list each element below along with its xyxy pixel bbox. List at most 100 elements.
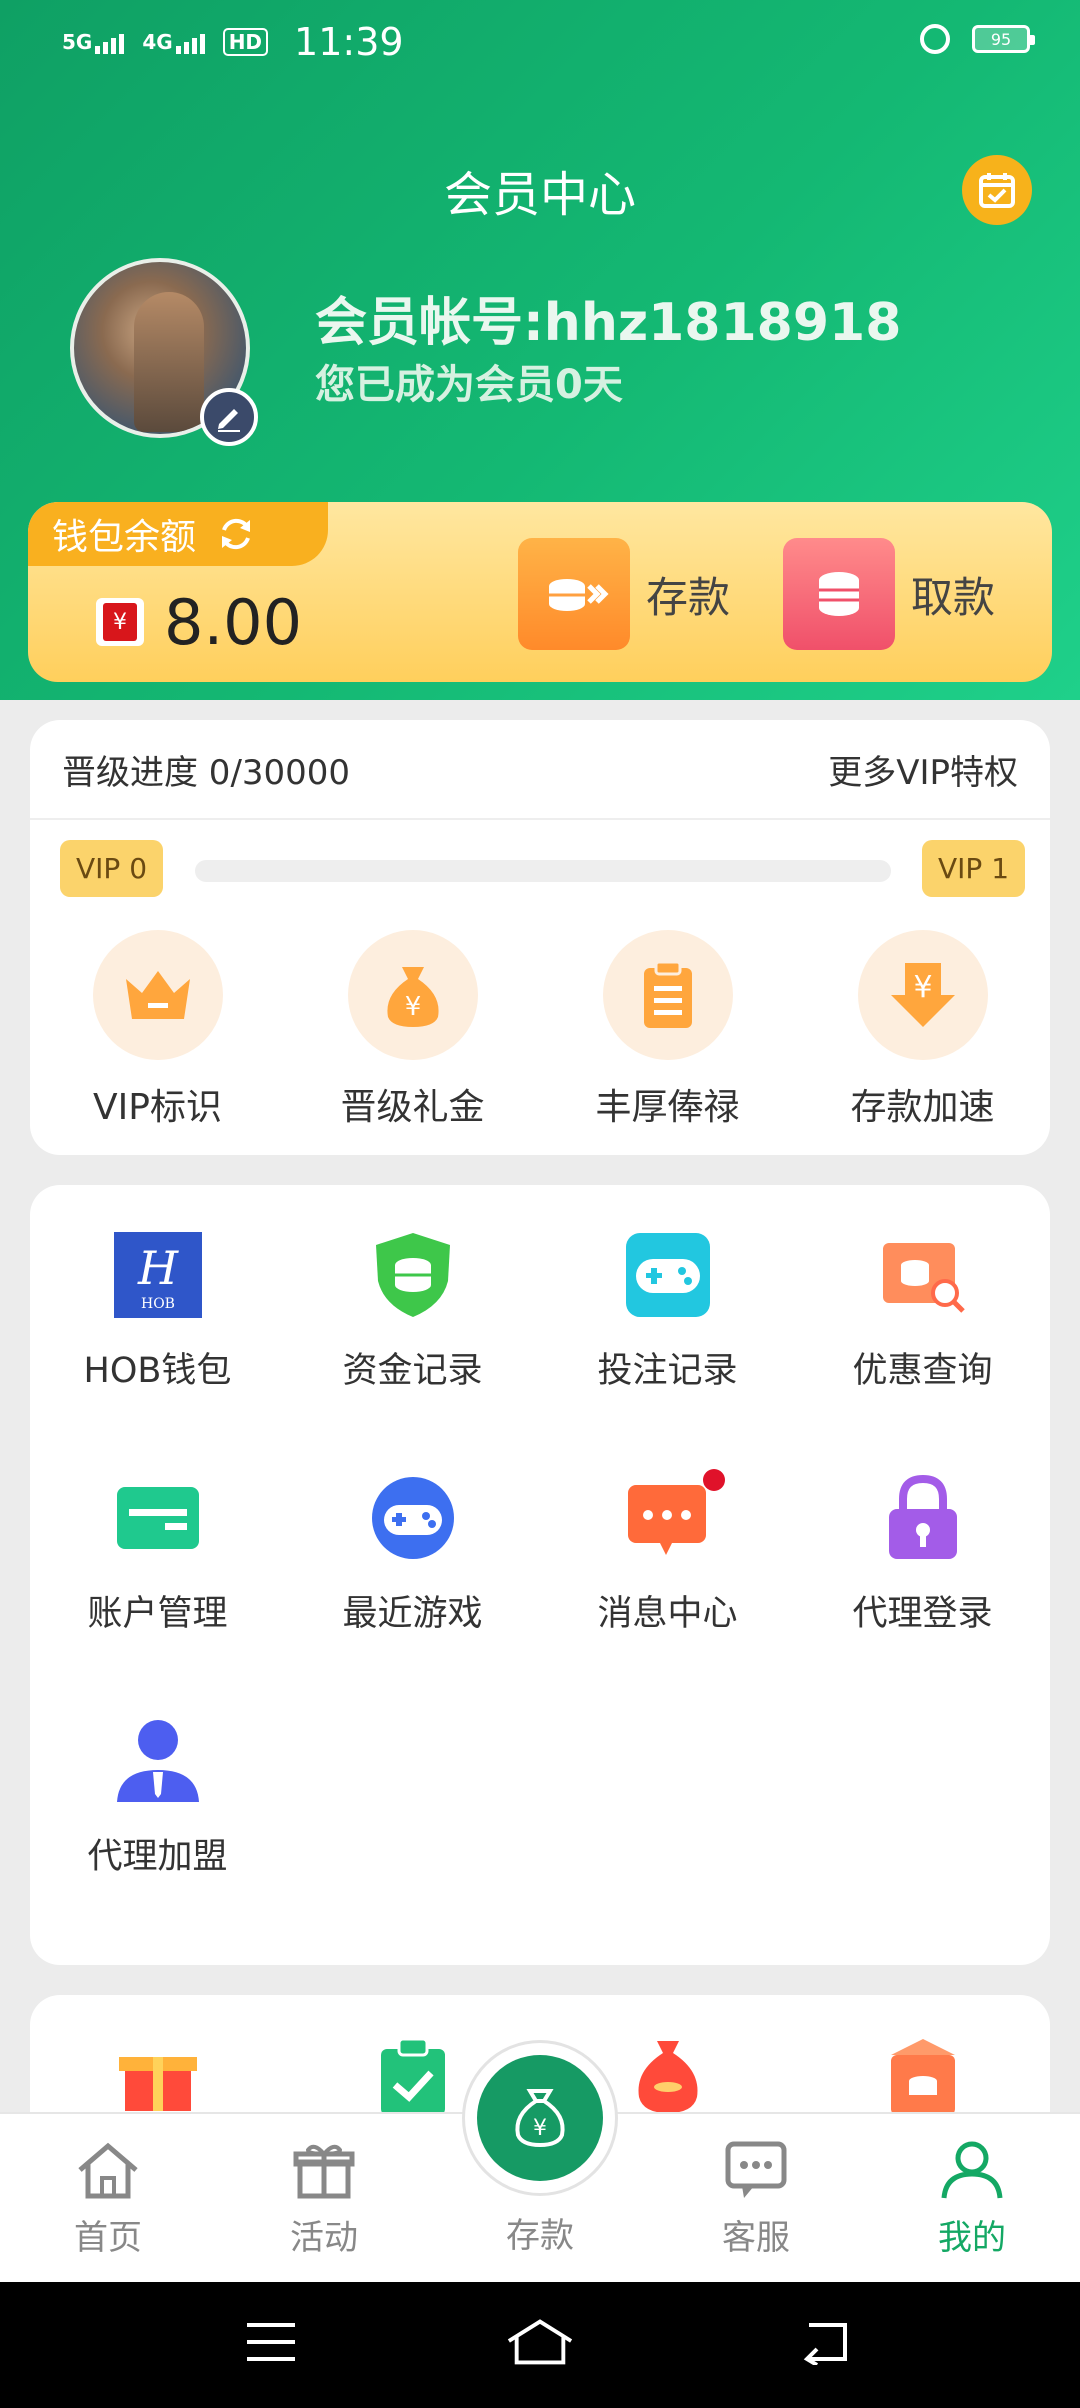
currency-symbol: ¥ [103, 603, 137, 641]
deposit-label: 存款 [646, 572, 731, 622]
menu-message-center[interactable]: 消息中心 [540, 1469, 795, 1636]
menu-promo-query[interactable]: 优惠查询 [795, 1230, 1050, 1393]
tab-customer-service[interactable]: 客服 [686, 2140, 826, 2259]
edit-avatar-button[interactable] [200, 388, 258, 446]
alarm-icon [920, 24, 950, 54]
menu-label: 优惠查询 [852, 1351, 993, 1391]
shield-coins-icon [368, 1230, 458, 1320]
menu-hob-wallet[interactable]: H HOB HOB钱包 [30, 1230, 285, 1393]
perk-label: VIP标识 [93, 1087, 222, 1128]
signal-label: 5G [62, 30, 93, 54]
wallet-label: 钱包余额 [52, 517, 197, 558]
menu-label: 账户管理 [87, 1594, 228, 1634]
chat-icon [725, 2141, 787, 2198]
refresh-icon[interactable] [216, 514, 256, 554]
perk-label: 存款加速 [850, 1087, 995, 1128]
avatar-figure [134, 292, 204, 432]
money-bag-icon: ¥ [347, 930, 478, 1060]
agent-person-icon [113, 1716, 203, 1806]
back-icon [803, 2323, 847, 2365]
perk-label: 晋级礼金 [340, 1087, 485, 1128]
withdraw-icon [783, 538, 895, 650]
svg-text:¥: ¥ [913, 970, 932, 1005]
home-nav-button[interactable] [505, 2312, 575, 2372]
vip-current-badge: VIP 0 [60, 840, 164, 897]
pencil-icon [218, 409, 240, 432]
svg-text:¥: ¥ [533, 2116, 547, 2141]
account-label: 会员帐号:hhz1818918 [315, 293, 902, 353]
perk-label: 丰厚俸禄 [595, 1087, 740, 1128]
deposit-fab-inner: ¥ [477, 2055, 603, 2181]
menu-account-management[interactable]: 账户管理 [30, 1473, 285, 1636]
wallet-balance: 8.00 [164, 586, 303, 659]
withdraw-label: 取款 [911, 572, 996, 622]
battery-icon: 95 [972, 25, 1035, 53]
gift-box-icon[interactable] [30, 2035, 285, 2115]
deposit-icon [518, 538, 630, 650]
clock: 11:39 [294, 20, 404, 64]
tab-label: 活动 [290, 2218, 358, 2258]
tab-home[interactable]: 首页 [38, 2140, 178, 2259]
gift-icon [293, 2144, 355, 2199]
back-nav-button[interactable] [790, 2312, 860, 2372]
deposit-fab[interactable]: ¥ [462, 2040, 618, 2196]
wallet-label-tag: 钱包余额 [28, 502, 328, 566]
page-title: 会员中心 [443, 167, 636, 223]
gamepad-icon [623, 1230, 713, 1320]
vip-next-badge: VIP 1 [922, 840, 1026, 897]
perk-deposit-boost[interactable]: ¥ 存款加速 [795, 930, 1050, 1130]
status-bar: 5G 4G HD 11:39 95 [0, 0, 1080, 84]
gamepad-round-icon [368, 1473, 458, 1563]
menu-label: 代理登录 [852, 1594, 993, 1634]
coin-envelope-icon[interactable] [795, 2035, 1050, 2115]
vip-progress-label: 晋级进度 0/30000 [62, 752, 351, 793]
hamburger-icon [247, 2323, 295, 2361]
tab-label: 我的 [938, 2218, 1006, 2258]
menu-recent-games[interactable]: 最近游戏 [285, 1473, 540, 1636]
member-days: 您已成为会员0天 [315, 362, 623, 408]
wallet-card: 钱包余额 ¥ 8.00 存款 取款 [28, 502, 1052, 682]
tab-label: 客服 [722, 2218, 790, 2258]
tab-mine[interactable]: 我的 [902, 2140, 1042, 2259]
yuan-icon: ¥ [96, 598, 144, 646]
tab-deposit[interactable]: 存款 [470, 2208, 610, 2257]
signal-label: 4G [142, 30, 173, 54]
menu-agent-join[interactable]: 代理加盟 [30, 1716, 285, 1879]
more-vip-privileges-link[interactable]: 更多VIP特权 [828, 745, 1018, 794]
menu-nav-button[interactable] [236, 2312, 306, 2372]
lock-icon [878, 1473, 968, 1563]
menu-fund-records[interactable]: 资金记录 [285, 1230, 540, 1393]
tab-label: 首页 [74, 2218, 142, 2258]
system-nav-bar [0, 2282, 1080, 2408]
home-icon [78, 2142, 138, 2199]
hob-logo-icon: H HOB [113, 1230, 203, 1320]
crown-icon [92, 930, 223, 1060]
calendar-check-icon [979, 173, 1015, 208]
hd-icon: HD [222, 28, 269, 56]
perk-vip-badge[interactable]: VIP标识 [30, 930, 285, 1130]
vip-card: 晋级进度 0/30000 更多VIP特权 VIP 0 VIP 1 VIP标识 ¥… [30, 720, 1050, 1155]
person-icon [941, 2141, 1003, 2199]
svg-text:H: H [136, 1241, 178, 1295]
menu-card: H HOB HOB钱包 资金记录 投注记录 优惠查询 账户管理 最近游戏 消息中… [30, 1185, 1050, 1965]
clipboard-icon [602, 930, 733, 1060]
menu-label: HOB钱包 [83, 1351, 232, 1391]
menu-agent-login[interactable]: 代理登录 [795, 1473, 1050, 1636]
menu-label: 投注记录 [597, 1351, 738, 1391]
hob-logo-text: HOB [141, 1296, 175, 1312]
perk-upgrade-bonus[interactable]: ¥ 晋级礼金 [285, 930, 540, 1130]
calendar-checkin-button[interactable] [962, 155, 1032, 225]
signal-4g-icon: 4G [142, 30, 205, 54]
tab-activity[interactable]: 活动 [254, 2140, 394, 2259]
menu-label: 消息中心 [597, 1594, 738, 1634]
unread-dot [702, 1469, 725, 1491]
withdraw-button[interactable]: 取款 [783, 538, 995, 650]
menu-label: 代理加盟 [87, 1837, 228, 1877]
svg-text:¥: ¥ [404, 992, 421, 1022]
battery-level: 95 [990, 29, 1012, 49]
yuan-arrow-down-icon: ¥ [857, 930, 988, 1060]
card-icon [113, 1473, 203, 1563]
menu-bet-records[interactable]: 投注记录 [540, 1230, 795, 1393]
perk-salary[interactable]: 丰厚俸禄 [540, 930, 795, 1130]
deposit-button[interactable]: 存款 [518, 538, 730, 650]
